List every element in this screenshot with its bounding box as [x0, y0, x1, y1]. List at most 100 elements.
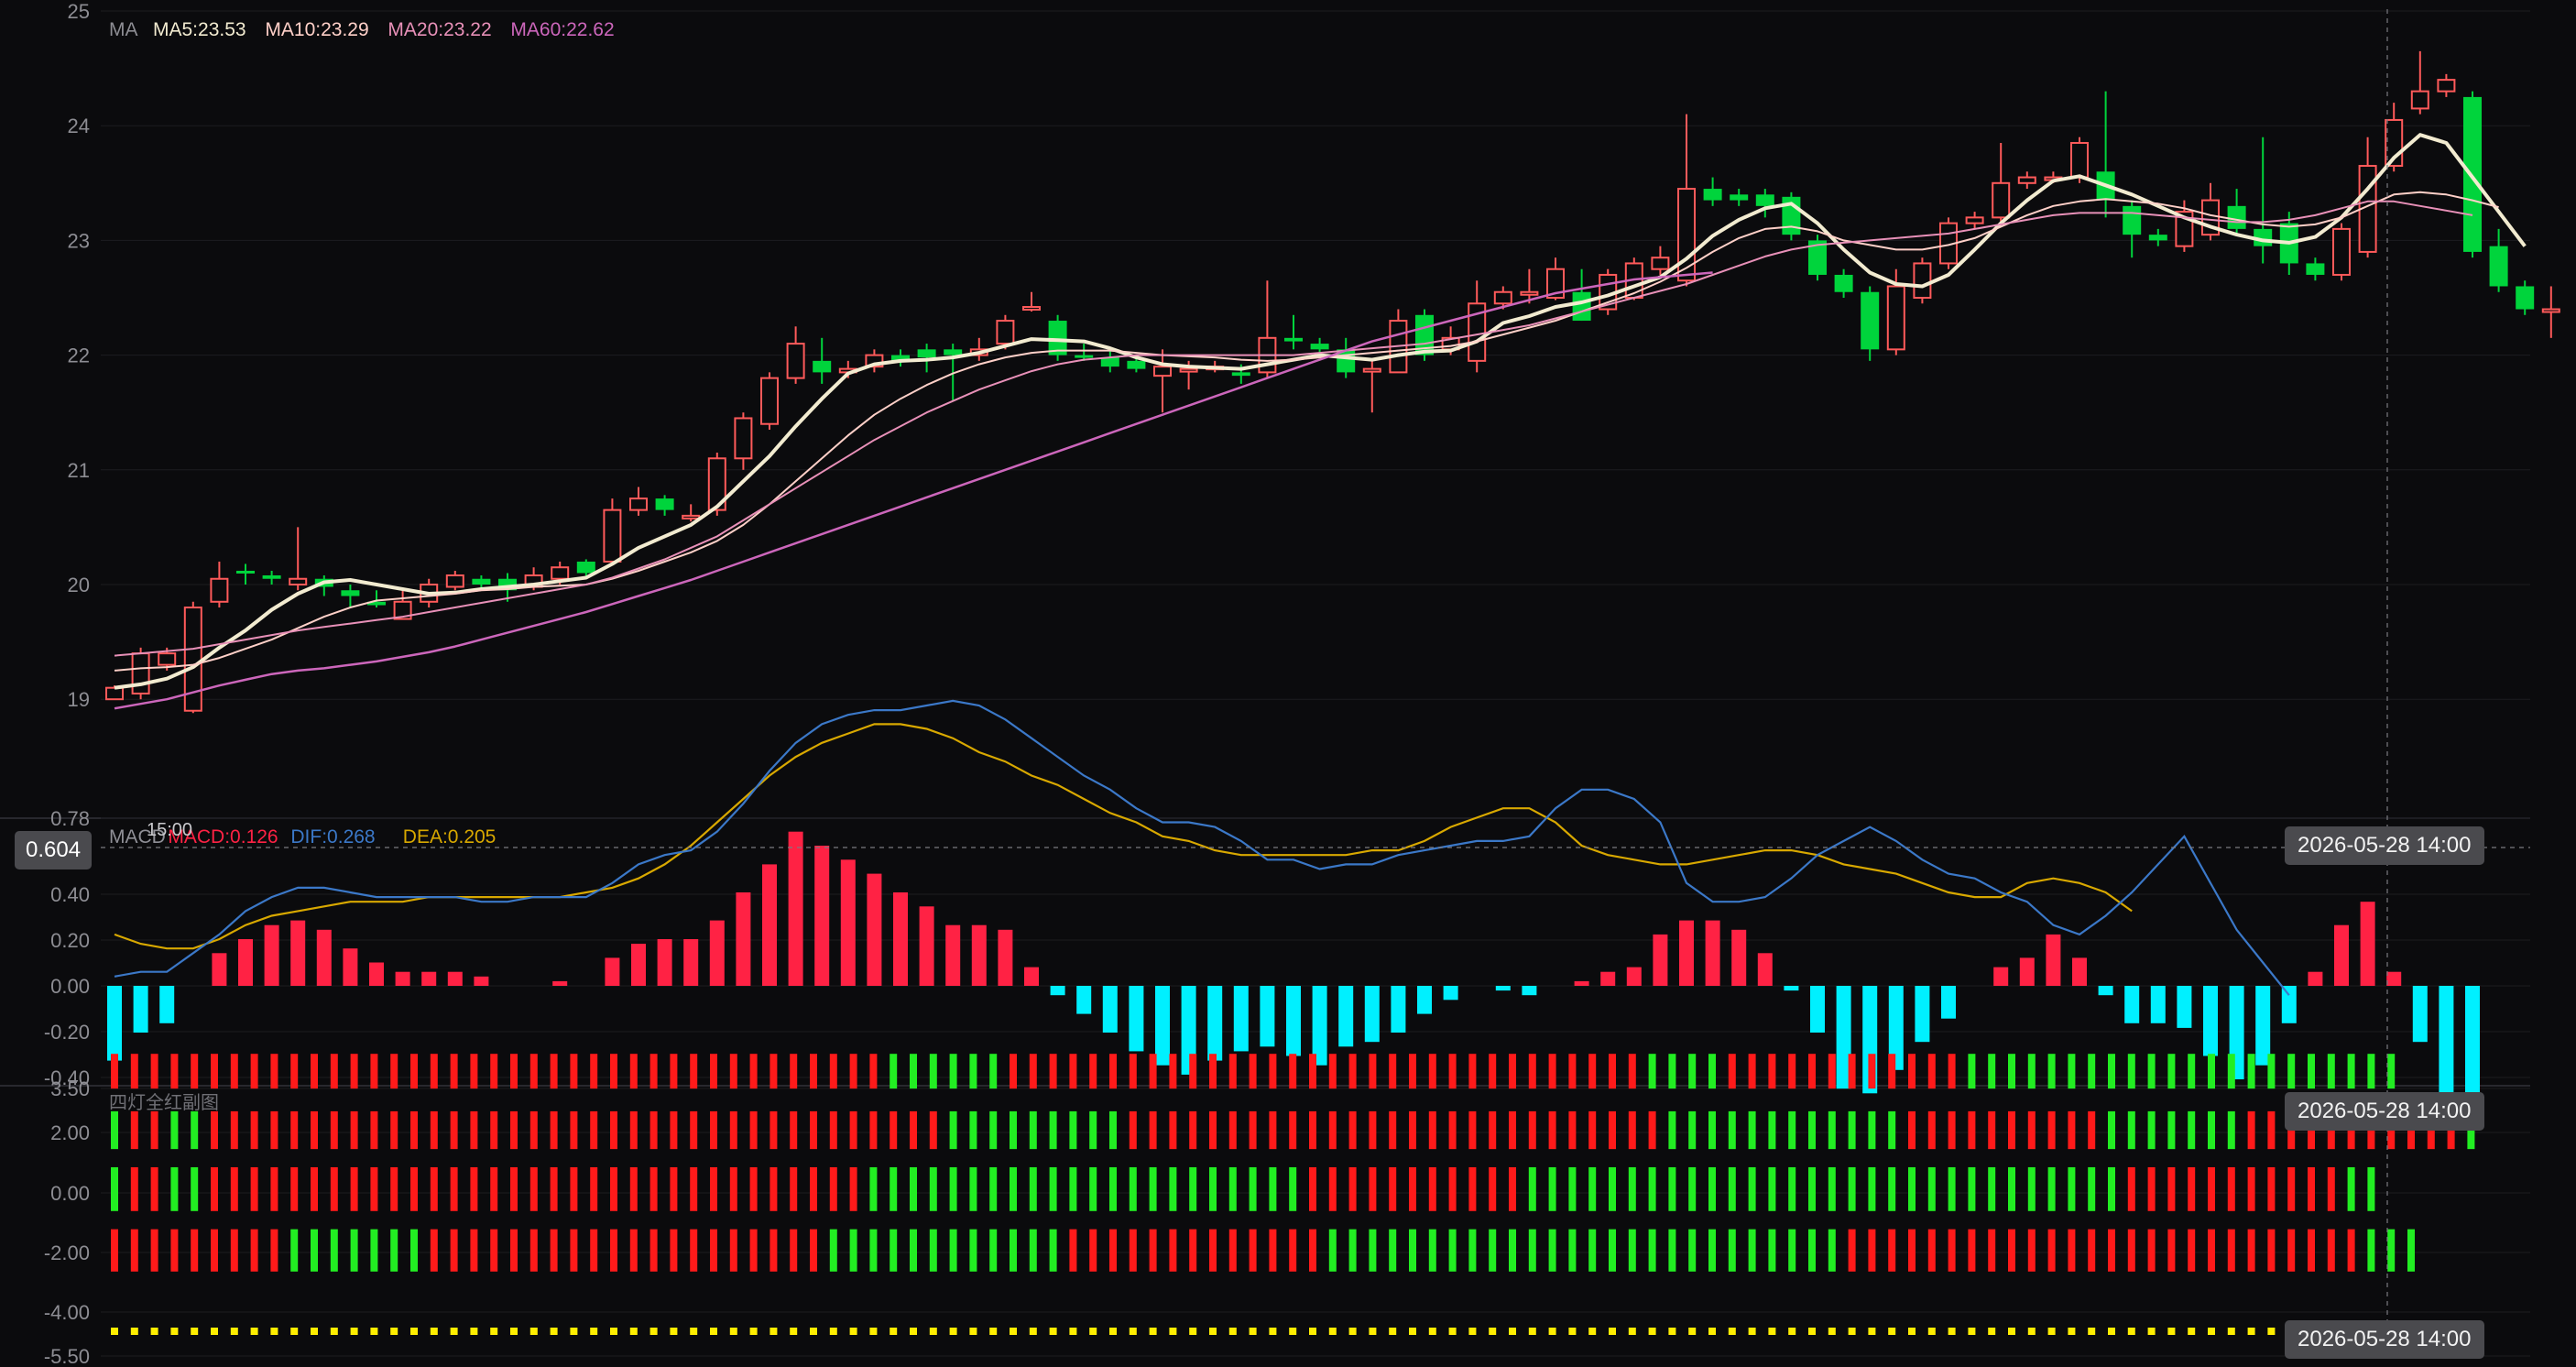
- signal-bar: [1828, 1229, 1836, 1272]
- signal-bar: [191, 1054, 199, 1089]
- macd-bar: [2072, 957, 2087, 986]
- signal-dot: [390, 1328, 398, 1335]
- candle-body: [445, 574, 464, 588]
- signal-bar: [1129, 1229, 1137, 1272]
- signal-bar: [290, 1054, 299, 1089]
- signal-bar: [770, 1054, 778, 1089]
- candle-body: [1179, 367, 1198, 373]
- signal-bar: [450, 1110, 458, 1150]
- price-panel[interactable]: [105, 50, 2560, 714]
- signal-bar: [690, 1229, 698, 1272]
- signal-bar: [350, 1166, 358, 1211]
- signal-bar: [1868, 1229, 1876, 1272]
- signal-bar: [729, 1166, 737, 1211]
- signal-dot: [211, 1328, 218, 1335]
- signal-bar: [1648, 1166, 1656, 1211]
- signal-bar: [1069, 1054, 1077, 1089]
- signal-bar: [1289, 1054, 1297, 1089]
- signal-bar: [2208, 1110, 2215, 1150]
- macd-bar: [1915, 986, 1930, 1043]
- signal-lights-panel[interactable]: [111, 1054, 2475, 1335]
- signal-bar: [1489, 1166, 1497, 1211]
- signal-bar: [1089, 1166, 1097, 1211]
- macd-bar: [1338, 986, 1354, 1047]
- signal-bar: [890, 1166, 898, 1211]
- candle-body: [576, 561, 595, 574]
- ma10-line: [114, 191, 2499, 672]
- macd-bar: [2019, 957, 2035, 986]
- signal-bar: [191, 1229, 199, 1272]
- signal-bar: [2227, 1229, 2235, 1272]
- signal-bar: [910, 1054, 917, 1089]
- signal-bar: [2367, 1166, 2375, 1211]
- signal-bar: [2108, 1110, 2115, 1150]
- macd-bar: [1155, 986, 1170, 1066]
- signal-bar: [1348, 1110, 1357, 1150]
- y-tick-label: -4.00: [44, 1301, 90, 1324]
- signal-bar: [1768, 1229, 1776, 1272]
- signal-bar: [1888, 1229, 1896, 1272]
- signal-bar: [1528, 1110, 1536, 1150]
- signal-bar: [130, 1054, 138, 1089]
- signal-bar: [729, 1054, 737, 1089]
- signal-bar: [1489, 1110, 1497, 1150]
- candle-body: [1231, 372, 1250, 377]
- signal-bar: [1409, 1166, 1416, 1211]
- signal-bar: [929, 1110, 937, 1150]
- signal-bar: [1868, 1054, 1876, 1089]
- signal-dot: [350, 1328, 358, 1335]
- candlesticks: [105, 50, 2560, 714]
- signal-bar: [390, 1166, 398, 1211]
- candle-body: [2227, 205, 2246, 229]
- signal-dot: [410, 1328, 418, 1335]
- signal-bar: [311, 1110, 318, 1150]
- signal-dot: [1468, 1328, 1477, 1335]
- signal-bar: [829, 1054, 837, 1089]
- signal-bar: [470, 1110, 478, 1150]
- signal-bar: [590, 1166, 598, 1211]
- signal-bar: [1309, 1054, 1316, 1089]
- candle-body: [105, 686, 124, 701]
- signal-bar: [550, 1110, 558, 1150]
- signal-bar: [770, 1229, 778, 1272]
- signal-dot: [1828, 1328, 1836, 1335]
- signal-bar: [1509, 1166, 1516, 1211]
- candle-body: [183, 607, 202, 712]
- macd-bar: [343, 948, 358, 986]
- signal-bar: [1688, 1054, 1697, 1089]
- signal-bar: [1908, 1166, 1916, 1211]
- signal-dot: [1948, 1328, 1956, 1335]
- signal-bar: [810, 1110, 817, 1150]
- signal-dot: [1528, 1328, 1536, 1335]
- macd-bar: [2177, 986, 2192, 1028]
- signal-bar: [2367, 1229, 2375, 1272]
- signal-bar: [330, 1110, 338, 1150]
- macd-bar: [1076, 986, 1092, 1014]
- signal-bar: [2027, 1229, 2036, 1272]
- macd-bar: [709, 920, 725, 986]
- signal-bar: [1089, 1229, 1097, 1272]
- candle-body: [2437, 79, 2456, 93]
- signal-bar: [130, 1229, 138, 1272]
- signal-dot: [770, 1328, 778, 1335]
- signal-bar: [790, 1166, 798, 1211]
- macd-bar: [788, 831, 803, 986]
- signal-bar: [2308, 1229, 2315, 1272]
- signal-bar: [490, 1054, 498, 1089]
- candle-body: [1310, 344, 1329, 350]
- signal-bar: [450, 1229, 458, 1272]
- candle-body: [1153, 366, 1172, 377]
- signal-bar: [1468, 1166, 1477, 1211]
- signal-bar: [670, 1166, 678, 1211]
- ma-legend-item: MA5:23.53: [153, 19, 246, 40]
- signal-bar: [2308, 1054, 2315, 1089]
- signal-bar: [150, 1110, 158, 1150]
- signal-bar: [790, 1229, 798, 1272]
- signal-bar: [1927, 1054, 1936, 1089]
- signal-bar: [1428, 1054, 1436, 1089]
- stock-chart[interactable]: 252423222120190.780.400.200.00-0.20-0.40…: [0, 0, 2576, 1367]
- signal-bar: [2327, 1166, 2335, 1211]
- macd-bar: [2334, 924, 2349, 986]
- signal-bar: [690, 1166, 698, 1211]
- signal-bar: [1109, 1229, 1117, 1272]
